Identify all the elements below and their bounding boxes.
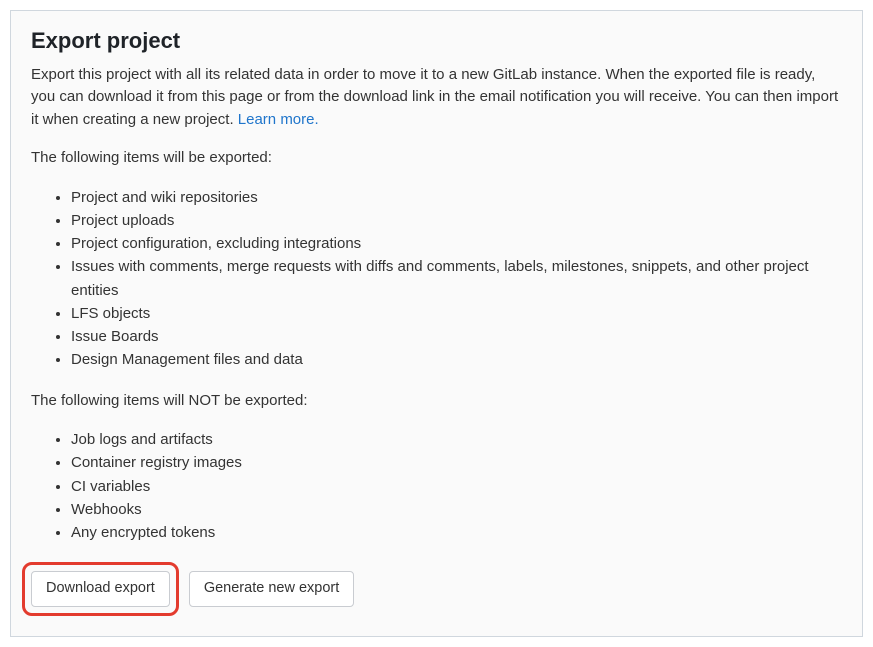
panel-description: Export this project with all its related… [31,64,842,132]
list-item: Job logs and artifacts [71,428,842,451]
list-item: Container registry images [71,451,842,474]
will-export-list: Project and wiki repositories Project up… [31,186,842,372]
learn-more-link[interactable]: Learn more. [238,111,319,128]
description-text: Export this project with all its related… [31,66,838,128]
wont-export-intro: The following items will NOT be exported… [31,390,842,413]
list-item: Issue Boards [71,325,842,348]
list-item: LFS objects [71,302,842,325]
list-item: Issues with comments, merge requests wit… [71,255,842,302]
will-export-intro: The following items will be exported: [31,147,842,170]
list-item: Webhooks [71,498,842,521]
list-item: Design Management files and data [71,348,842,371]
list-item: Any encrypted tokens [71,521,842,544]
export-project-panel: Export project Export this project with … [10,10,863,637]
list-item: CI variables [71,475,842,498]
highlight-ring: Download export [22,562,179,615]
button-row: Download export Generate new export [31,562,842,615]
list-item: Project uploads [71,209,842,232]
list-item: Project configuration, excluding integra… [71,232,842,255]
list-item: Project and wiki repositories [71,186,842,209]
download-export-button[interactable]: Download export [31,571,170,606]
wont-export-list: Job logs and artifacts Container registr… [31,428,842,544]
panel-title: Export project [31,27,842,56]
generate-new-export-button[interactable]: Generate new export [189,571,354,606]
